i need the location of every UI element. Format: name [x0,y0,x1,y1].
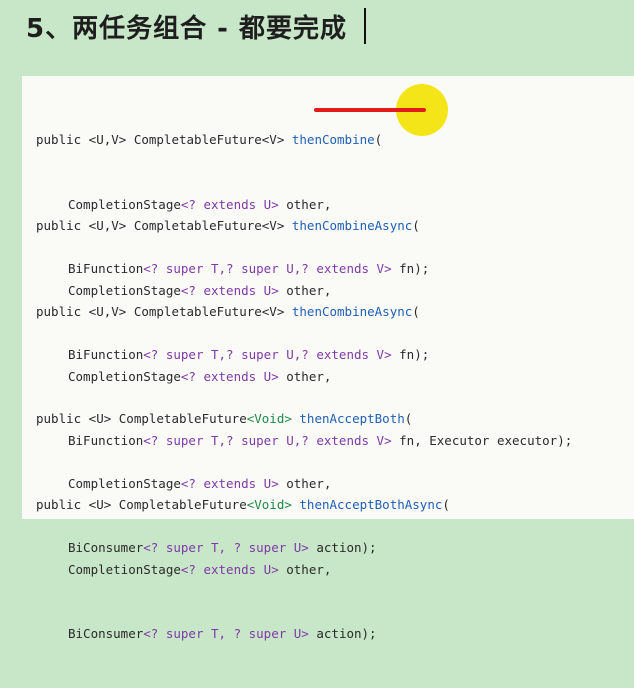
paren: ( [412,304,420,319]
signature-prefix: public <U,V> CompletableFuture<V> [36,304,292,319]
signature-line: public <U> CompletableFuture<Void> thenA… [36,494,450,516]
generic-void: <Void> [246,497,292,512]
signature-line: public <U> CompletableFuture<Void> thenA… [36,408,412,430]
method-name: thenCombine [291,132,375,147]
text-caret [364,8,366,44]
method-name: thenAcceptBothAsync [291,497,443,512]
slide-title: 5、两任务组合 - 都要完成 [26,14,347,44]
code-panel: public <U,V> CompletableFuture<V> thenCo… [22,76,634,641]
param-name: other, [278,561,332,577]
param-generic: <? super T, ? super U> [143,626,309,641]
paren: ( [404,411,413,426]
method-name: thenCombineAsync [291,304,413,319]
signature-prefix: public <U> CompletableFuture [36,497,247,512]
method-name: thenAcceptBoth [291,411,405,426]
param-name: action); [308,626,377,641]
param-line: CompletionStage<? extends U> other, [36,559,450,581]
red-underline-annotation [314,108,426,112]
signature-prefix: public <U,V> CompletableFuture<V> [36,132,292,147]
param-generic: <? extends U> [180,561,279,577]
signature-prefix: public <U> CompletableFuture [36,411,247,426]
method-name: thenCombineAsync [291,218,413,233]
paren: ( [442,497,450,512]
param-line: BiConsumer<? super T, ? super U> action)… [36,623,450,645]
param-type: BiConsumer [68,626,144,641]
signature-line: public <U,V> CompletableFuture<V> thenCo… [36,301,572,323]
signature-prefix: public <U,V> CompletableFuture<V> [36,218,292,233]
param-type: CompletionStage [68,561,181,577]
signature-line: public <U,V> CompletableFuture<V> thenCo… [36,215,429,237]
paren: ( [412,218,420,233]
code-block-thenAcceptBothAsync: public <U> CompletableFuture<Void> thenA… [36,451,450,688]
signature-line: public <U,V> CompletableFuture<V> thenCo… [36,129,429,151]
param-name: fn, Executor executor); [391,433,573,448]
paren: ( [374,132,383,147]
generic-void: <Void> [246,411,292,426]
